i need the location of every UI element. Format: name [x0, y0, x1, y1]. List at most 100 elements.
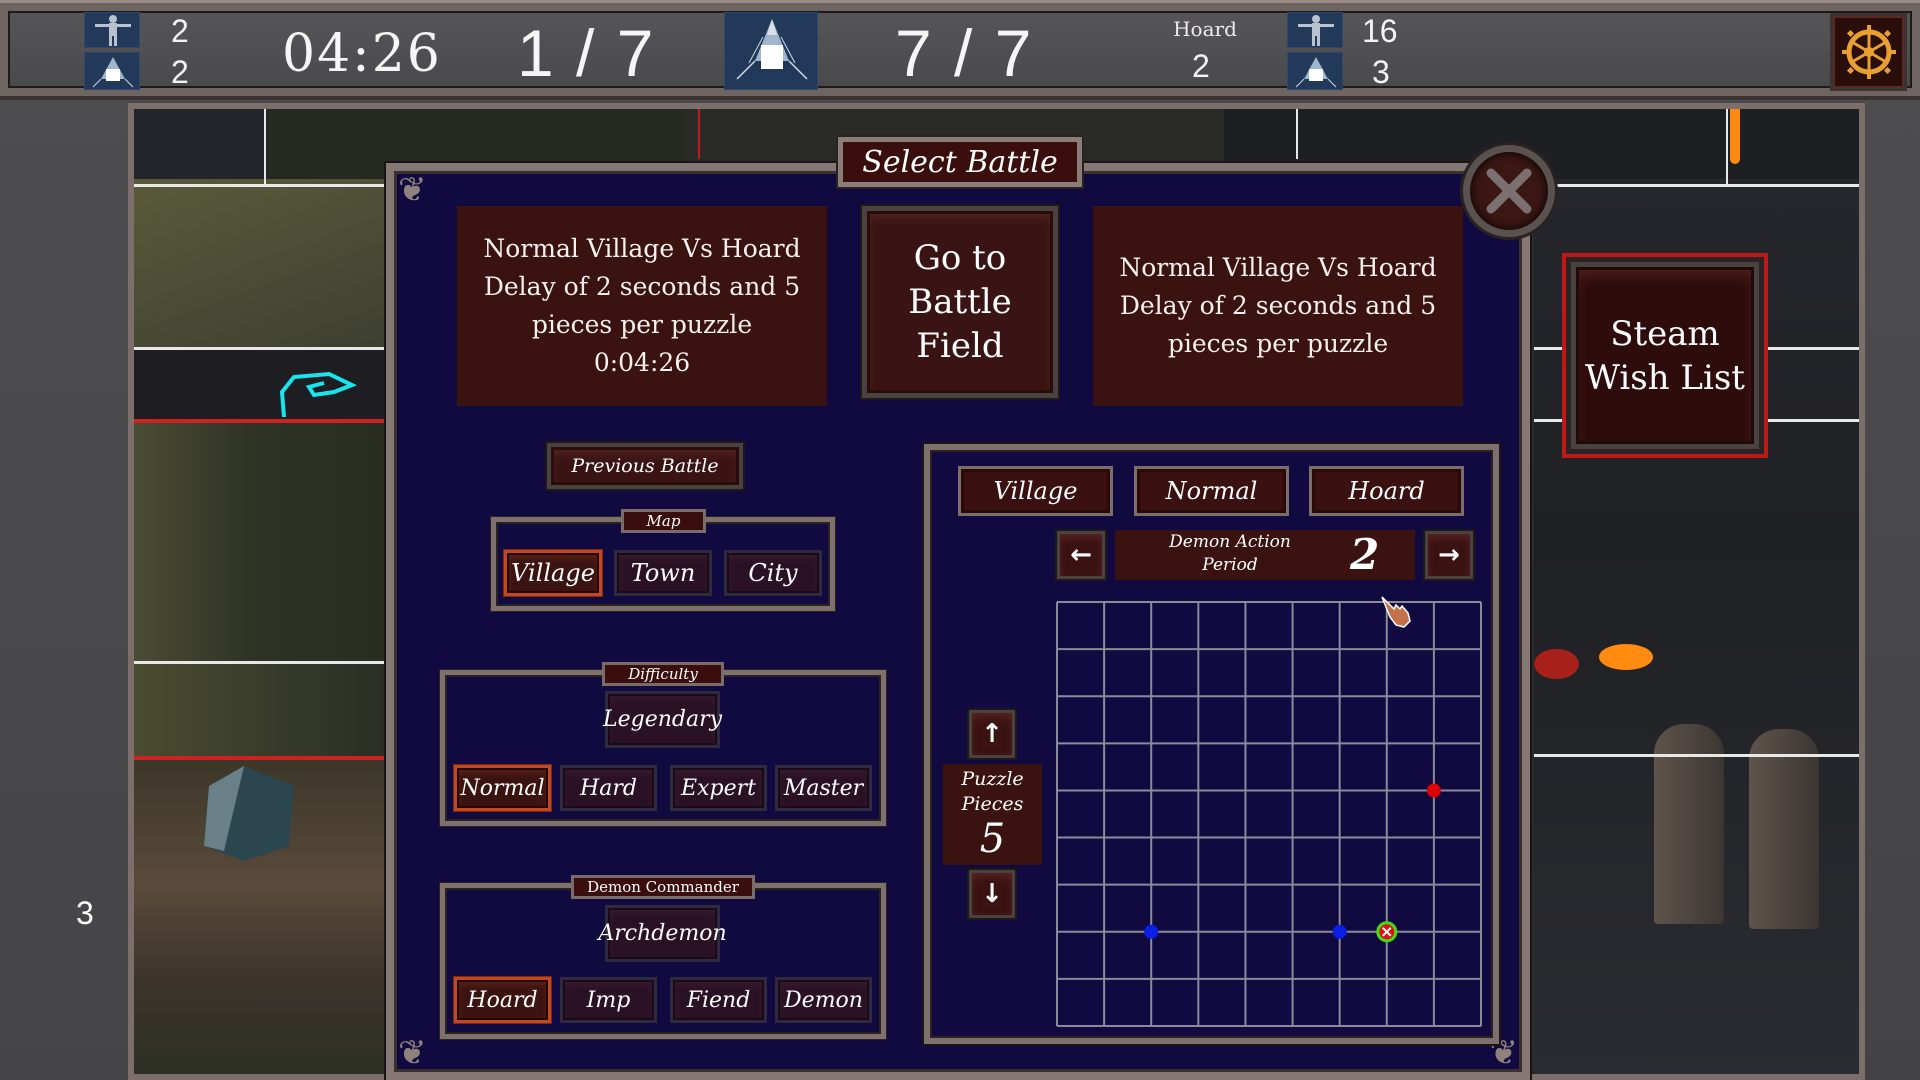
- lane-divider: [264, 109, 266, 184]
- left-tent-count: 2: [171, 54, 189, 90]
- arrow-right-icon: →: [1438, 540, 1460, 570]
- go-to-battlefield-button[interactable]: Go to Battle Field: [862, 206, 1058, 398]
- game-timer: 04:26: [282, 24, 442, 84]
- commander-option-demon[interactable]: Demon: [775, 977, 872, 1023]
- scene-castle: [134, 661, 384, 756]
- commander-option-imp[interactable]: Imp: [560, 977, 657, 1023]
- lava-rock: [1534, 649, 1579, 679]
- tent-progress: 7 / 7: [895, 16, 1034, 90]
- difficulty-option-legendary[interactable]: Legendary: [603, 691, 722, 748]
- puzzle-label-line1: Puzzle: [961, 768, 1024, 790]
- selected-battle-line1: Normal Village Vs Hoard: [1119, 253, 1437, 282]
- preview-tag-map: Village: [958, 466, 1113, 516]
- corner-ornament: ❦: [398, 170, 427, 210]
- tent-icon: [84, 52, 140, 90]
- lane-line-red: [134, 756, 384, 760]
- current-battle-line1: Normal Village Vs Hoard: [483, 234, 801, 263]
- current-battle-line3: pieces per puzzle: [531, 310, 753, 339]
- steam-wishlist-button[interactable]: Steam Wish List: [1562, 253, 1768, 458]
- lava-drip: [1730, 109, 1740, 164]
- tent-icon: [1287, 52, 1343, 90]
- wave-progress: 1 / 7: [517, 16, 656, 90]
- lane-divider: [1726, 109, 1728, 184]
- steam-line1: Steam: [1610, 313, 1720, 354]
- demon-action-period-label: Demon Action Period: [1155, 531, 1305, 577]
- arrow-down-icon: ↓: [981, 879, 1003, 909]
- target-marker[interactable]: [1376, 921, 1398, 943]
- corner-ornament: ❦: [398, 1033, 427, 1073]
- difficulty-option-expert[interactable]: Expert: [670, 765, 767, 811]
- puzzle-pieces: Puzzle Pieces 5: [943, 764, 1042, 865]
- period-decrease-button[interactable]: ←: [1057, 531, 1105, 579]
- map-option-town[interactable]: Town: [614, 550, 712, 596]
- map-group-label: Map: [621, 509, 706, 533]
- lane-line: [134, 661, 384, 664]
- commander-option-fiend[interactable]: Fiend: [670, 977, 767, 1023]
- settings-button[interactable]: [1830, 13, 1907, 91]
- lane-line: [134, 184, 384, 187]
- tent-icon: [724, 12, 818, 90]
- current-battle-info: Normal Village Vs Hoard Delay of 2 secon…: [457, 206, 827, 406]
- modal-title: Select Battle: [838, 137, 1082, 187]
- close-icon: [1486, 168, 1532, 214]
- previous-battle-button[interactable]: Previous Battle: [547, 443, 743, 489]
- red-dot-marker[interactable]: [1426, 783, 1441, 798]
- selected-battle-info: Normal Village Vs Hoard Delay of 2 secon…: [1093, 206, 1463, 406]
- map-option-village[interactable]: Village: [504, 550, 602, 596]
- puzzle-pieces-label: Puzzle Pieces: [943, 764, 1042, 817]
- tower: [1749, 729, 1819, 929]
- period-increase-button[interactable]: →: [1425, 531, 1473, 579]
- current-battle-line2: Delay of 2 seconds and 5: [483, 272, 801, 301]
- steam-line2: Wish List: [1585, 357, 1745, 398]
- background-left: [0, 100, 128, 1080]
- go-button-line2: Battle Field: [908, 282, 1012, 366]
- current-battle-time: 0:04:26: [593, 348, 691, 377]
- enemy-value: 2: [1192, 48, 1210, 84]
- side-number: 3: [76, 895, 94, 931]
- lane-line: [134, 347, 384, 350]
- demon-action-period-value: 2: [1350, 530, 1380, 579]
- difficulty-option-master[interactable]: Master: [775, 765, 872, 811]
- preview-tag-difficulty: Normal: [1134, 466, 1289, 516]
- scene-grass-1: [134, 179, 384, 347]
- portal-rune-icon: [279, 371, 358, 418]
- enemy-label: Hoard: [1173, 17, 1237, 41]
- soldier-icon: [1287, 12, 1343, 48]
- lane-line: [1534, 754, 1859, 757]
- preview-tag-commander: Hoard: [1309, 466, 1464, 516]
- close-button[interactable]: [1463, 145, 1555, 237]
- scene-grass-2: [134, 419, 384, 661]
- lane-line-red: [134, 419, 384, 423]
- tent-structure: [204, 766, 294, 861]
- right-soldier-count: 16: [1362, 13, 1398, 49]
- lava-pool: [1599, 644, 1653, 670]
- demon-action-period: Demon Action Period 2: [1115, 530, 1415, 580]
- lane-divider-red: [698, 109, 700, 159]
- hand-cursor-icon: [1381, 596, 1411, 628]
- difficulty-option-normal[interactable]: Normal: [454, 765, 551, 811]
- blue-dot-marker[interactable]: [1332, 924, 1347, 939]
- lane-line: [1534, 184, 1859, 187]
- commander-option-archdemon[interactable]: Archdemon: [598, 905, 727, 962]
- arrow-up-icon: ↑: [981, 719, 1003, 749]
- selected-battle-line3: pieces per puzzle: [1167, 329, 1389, 358]
- difficulty-group-label: Difficulty: [602, 662, 724, 686]
- puzzle-grid[interactable]: [1056, 601, 1482, 1027]
- top-hud: 2 2 04:26 1 / 7 7 / 7 Hoard 2 16 3: [0, 0, 1920, 100]
- go-button-line1: Go to: [913, 238, 1007, 278]
- puzzle-pieces-decrease-button[interactable]: ↓: [969, 870, 1015, 918]
- puzzle-pieces-increase-button[interactable]: ↑: [969, 710, 1015, 758]
- difficulty-option-hard[interactable]: Hard: [560, 765, 657, 811]
- arrow-left-icon: ←: [1070, 540, 1092, 570]
- selected-battle-line2: Delay of 2 seconds and 5: [1119, 291, 1437, 320]
- puzzle-pieces-value: 5: [979, 816, 1006, 862]
- period-label-line1: Demon Action: [1169, 532, 1291, 552]
- left-soldier-count: 2: [171, 13, 189, 49]
- soldier-icon: [84, 12, 140, 48]
- blue-dot-marker[interactable]: [1144, 924, 1159, 939]
- scene-road: [134, 347, 384, 419]
- puzzle-label-line2: Pieces: [961, 793, 1024, 815]
- map-option-city[interactable]: City: [724, 550, 822, 596]
- commander-option-hoard[interactable]: Hoard: [454, 977, 551, 1023]
- gear-icon: [1841, 25, 1896, 79]
